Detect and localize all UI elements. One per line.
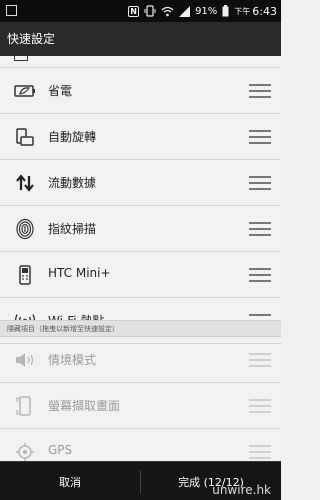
list-item-screenshot[interactable]: 螢幕擷取畫面 <box>0 383 281 429</box>
signal-icon <box>179 5 191 17</box>
hidden-items-header: 隱藏項目（拖曳以新增至快速設定） <box>0 320 281 337</box>
drag-handle-icon[interactable] <box>249 399 271 413</box>
list-item-partial[interactable] <box>0 56 281 68</box>
drag-handle-icon[interactable] <box>249 130 271 144</box>
drag-handle-icon[interactable] <box>249 176 271 190</box>
status-icons: N 91% 下午 6:43 <box>128 4 277 18</box>
partial-icon <box>14 56 28 61</box>
clock: 6:43 <box>252 4 277 18</box>
screenshot-icon <box>13 394 37 418</box>
battery-saver-icon <box>13 79 37 103</box>
fingerprint-icon <box>13 217 37 241</box>
list-item-gps[interactable]: GPS <box>0 429 281 461</box>
quick-settings-list[interactable]: 省電 自動旋轉 流動數據 指紋掃描 HTC Mini+ 隱藏項目（拖曳以新增至快… <box>0 56 281 461</box>
list-item-htc-mini[interactable]: HTC Mini+ <box>0 252 281 298</box>
notification-icon <box>6 5 17 16</box>
nfc-icon: N <box>128 5 140 17</box>
list-item-power-saver[interactable]: 省電 <box>0 68 281 114</box>
mini-remote-icon <box>13 263 37 287</box>
list-item-label: GPS <box>48 443 73 457</box>
list-item-label: 流動數據 <box>48 176 97 190</box>
battery-icon <box>222 5 229 17</box>
list-item-label: HTC Mini+ <box>48 266 111 280</box>
drag-handle-icon[interactable] <box>249 222 271 236</box>
section-label: 隱藏項目（拖曳以新增至快速設定） <box>7 325 119 333</box>
gps-icon <box>13 440 37 461</box>
list-item-label: 自動旋轉 <box>48 130 97 144</box>
list-item-profile[interactable]: 情境模式 <box>0 337 281 383</box>
battery-percent: 91% <box>195 5 218 17</box>
drag-handle-icon[interactable] <box>249 84 271 98</box>
list-item-label: 螢幕擷取畫面 <box>48 399 121 413</box>
speaker-icon <box>13 348 37 372</box>
data-arrows-icon <box>13 171 37 195</box>
rotate-icon <box>13 125 37 149</box>
drag-handle-icon[interactable] <box>249 353 271 367</box>
list-item-label: 情境模式 <box>48 353 97 367</box>
vibrate-icon <box>144 5 156 17</box>
page-title: 快速設定 <box>7 32 56 46</box>
list-item-fingerprint[interactable]: 指紋掃描 <box>0 206 281 252</box>
list-item-mobile-data[interactable]: 流動數據 <box>0 160 281 206</box>
wifi-icon <box>161 6 174 16</box>
drag-handle-icon[interactable] <box>249 445 271 459</box>
title-bar: 快速設定 <box>0 22 281 56</box>
status-bar: N 91% 下午 6:43 <box>0 0 281 22</box>
list-item-label: 指紋掃描 <box>48 222 97 236</box>
list-item-auto-rotate[interactable]: 自動旋轉 <box>0 114 281 160</box>
drag-handle-icon[interactable] <box>249 268 271 282</box>
bottom-action-bar: 取消 完成 (12/12) unwire.hk <box>0 461 281 500</box>
watermark-text: unwire.hk <box>212 483 271 497</box>
list-item-label: 省電 <box>48 84 73 98</box>
time-prefix: 下午 <box>234 6 251 16</box>
cancel-button[interactable]: 取消 <box>0 462 140 500</box>
